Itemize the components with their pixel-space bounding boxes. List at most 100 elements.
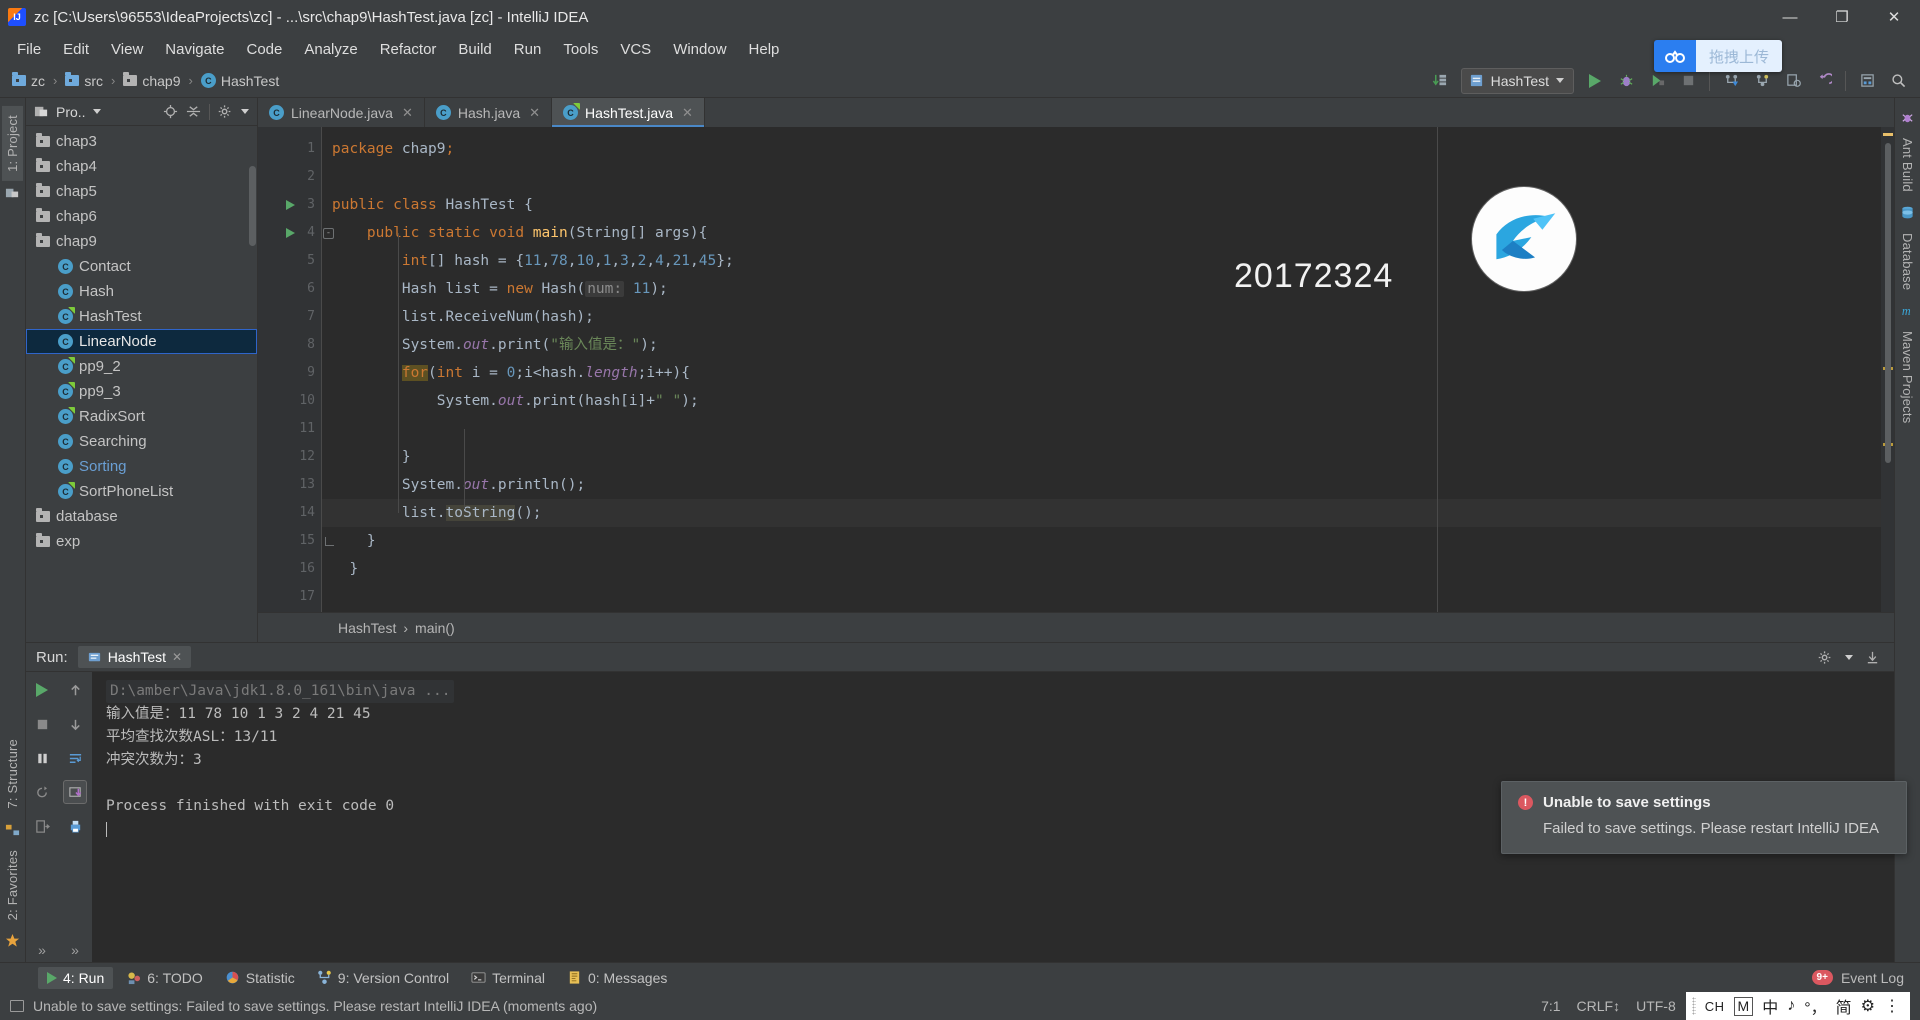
hide-icon[interactable] <box>1865 650 1880 665</box>
menu-tools[interactable]: Tools <box>552 38 609 61</box>
project-tree[interactable]: chap3 chap4 chap5 chap6 chap9 C Contact C Hash C H… <box>26 126 257 642</box>
debug-button[interactable] <box>1612 67 1640 95</box>
file-encoding[interactable]: UTF-8 <box>1636 998 1676 1014</box>
breadcrumb-item-chap9[interactable]: chap9 <box>119 71 184 91</box>
ime-more-icon[interactable]: ⋮ <box>1884 996 1900 1016</box>
editor-marker-strip[interactable] <box>1881 127 1894 612</box>
dump-threads-button[interactable] <box>30 814 54 838</box>
tree-item-hashtest[interactable]: C HashTest <box>26 304 257 329</box>
menu-window[interactable]: Window <box>662 38 737 61</box>
notification-balloon[interactable]: ! Unable to save settings Failed to save… <box>1501 781 1907 854</box>
ime-mode-box[interactable]: M <box>1733 996 1754 1016</box>
tree-item-pp9_3[interactable]: Cpp9_3 <box>26 379 257 404</box>
menu-vcs[interactable]: VCS <box>609 38 662 61</box>
close-icon[interactable]: ✕ <box>402 105 413 121</box>
breadcrumb-class[interactable]: HashTest <box>338 620 396 636</box>
tree-item-chap9[interactable]: chap9 <box>26 229 257 254</box>
gear-icon[interactable] <box>218 104 233 119</box>
tree-item-sorting[interactable]: C Sorting <box>26 454 257 479</box>
scroll-down-button[interactable] <box>63 712 87 736</box>
tool-tab-terminal[interactable]: Terminal <box>462 967 554 989</box>
pause-button[interactable] <box>30 746 54 770</box>
menu-code[interactable]: Code <box>235 38 293 61</box>
menu-view[interactable]: View <box>100 38 154 61</box>
tree-item-chap5[interactable]: chap5 <box>26 179 257 204</box>
ime-drag-handle[interactable] <box>1691 997 1696 1015</box>
sidebar-tab-favorites[interactable]: 2: Favorites <box>2 841 23 929</box>
soft-wrap-button[interactable] <box>63 746 87 770</box>
undo-icon[interactable] <box>1810 67 1838 95</box>
sidebar-tab-ant-build[interactable]: Ant Build <box>1897 129 1918 201</box>
baidu-netdisk-upload-widget[interactable]: 拖拽上传 <box>1653 40 1782 72</box>
tool-tab-run[interactable]: 4: Run <box>38 966 114 989</box>
breadcrumb-item-hashtest[interactable]: C HashTest <box>197 71 283 91</box>
tree-item-chap4[interactable]: chap4 <box>26 154 257 179</box>
menu-run[interactable]: Run <box>503 38 553 61</box>
tree-item-hash[interactable]: C Hash <box>26 279 257 304</box>
tree-item-database[interactable]: database <box>26 504 257 529</box>
line-separator[interactable]: CRLF↕ <box>1577 998 1621 1014</box>
menu-file[interactable]: File <box>6 38 52 61</box>
print-button[interactable] <box>63 814 87 838</box>
code-text[interactable]: package chap9; public class HashTest { p… <box>322 127 1881 612</box>
more-actions-button[interactable]: » <box>30 938 54 962</box>
run-configuration-selector[interactable]: HashTest <box>1460 67 1574 94</box>
chevron-down-icon[interactable] <box>1845 654 1853 660</box>
tool-tab-statistic[interactable]: Statistic <box>216 967 304 989</box>
gear-icon[interactable] <box>1818 650 1833 665</box>
chevron-down-icon[interactable] <box>241 109 249 114</box>
sidebar-tab-structure[interactable]: 7: Structure <box>2 730 23 818</box>
update-project-icon[interactable] <box>1426 67 1454 95</box>
menu-refactor[interactable]: Refactor <box>369 38 448 61</box>
search-icon[interactable] <box>1884 67 1912 95</box>
tool-tab-version-control[interactable]: 9: Version Control <box>308 967 458 989</box>
event-log-label[interactable]: Event Log <box>1841 970 1904 986</box>
menu-edit[interactable]: Edit <box>52 38 100 61</box>
editor-tab-hashtest[interactable]: C HashTest.java ✕ <box>552 98 705 127</box>
restart-button[interactable] <box>30 780 54 804</box>
menu-navigate[interactable]: Navigate <box>154 38 235 61</box>
scroll-up-button[interactable] <box>63 678 87 702</box>
tree-item-exp[interactable]: exp <box>26 529 257 554</box>
scroll-to-end-button[interactable] <box>63 780 87 804</box>
more-actions-button[interactable]: » <box>63 938 87 962</box>
close-button[interactable]: ✕ <box>1868 0 1920 34</box>
rerun-button[interactable] <box>30 678 54 702</box>
maximize-button[interactable]: ❐ <box>1816 0 1868 34</box>
tree-item-chap6[interactable]: chap6 <box>26 204 257 229</box>
tree-item-chap3[interactable]: chap3 <box>26 129 257 154</box>
ime-chinese-toggle[interactable]: 中 <box>1762 994 1778 1018</box>
ime-punctuation-toggle[interactable]: °， <box>1804 994 1826 1018</box>
close-icon[interactable]: ✕ <box>172 650 182 664</box>
ime-tool-icon[interactable]: ⚙ <box>1861 996 1875 1016</box>
ime-language-bar[interactable]: CH M 中 ♪ °， 简 ⚙ ⋮ <box>1685 992 1910 1020</box>
project-structure-icon[interactable] <box>1853 67 1881 95</box>
editor-gutter[interactable]: 1 2 3 4- 5 6 7 8 9 10 11 12 13 14 15 16 … <box>258 127 334 612</box>
tree-item-radixsort[interactable]: C RadixSort <box>26 404 257 429</box>
ime-note-icon[interactable]: ♪ <box>1787 997 1795 1015</box>
breadcrumb-method[interactable]: main() <box>415 620 455 636</box>
ime-simplified-toggle[interactable]: 简 <box>1836 994 1852 1018</box>
tree-item-pp9_2[interactable]: Cpp9_2 <box>26 354 257 379</box>
minimize-button[interactable]: — <box>1764 0 1816 34</box>
sidebar-tab-project[interactable]: 1: Project <box>2 106 23 181</box>
tool-tab-messages[interactable]: 0: Messages <box>558 967 676 989</box>
menu-build[interactable]: Build <box>447 38 502 61</box>
caret-position[interactable]: 7:1 <box>1541 998 1560 1014</box>
locate-icon[interactable] <box>163 104 178 119</box>
ime-language[interactable]: CH <box>1705 999 1725 1014</box>
tree-item-linearnode[interactable]: C LinearNode <box>26 329 257 354</box>
stop-button[interactable] <box>30 712 54 736</box>
vcs-history-icon[interactable] <box>1779 67 1807 95</box>
run-session-tab[interactable]: HashTest ✕ <box>77 646 192 668</box>
status-message-area[interactable]: Unable to save settings: Failed to save … <box>10 998 597 1014</box>
breadcrumb-item-project[interactable]: zc <box>8 71 49 91</box>
menu-help[interactable]: Help <box>738 38 791 61</box>
tool-tab-todo[interactable]: 6: TODO <box>117 967 212 989</box>
tree-item-sortphonelist[interactable]: C SortPhoneList <box>26 479 257 504</box>
close-icon[interactable]: ✕ <box>682 105 693 121</box>
sidebar-tab-database[interactable]: Database <box>1897 224 1918 299</box>
editor-tab-hash[interactable]: C Hash.java ✕ <box>425 98 553 127</box>
tree-item-searching[interactable]: C Searching <box>26 429 257 454</box>
sidebar-tab-maven[interactable]: Maven Projects <box>1897 322 1918 432</box>
